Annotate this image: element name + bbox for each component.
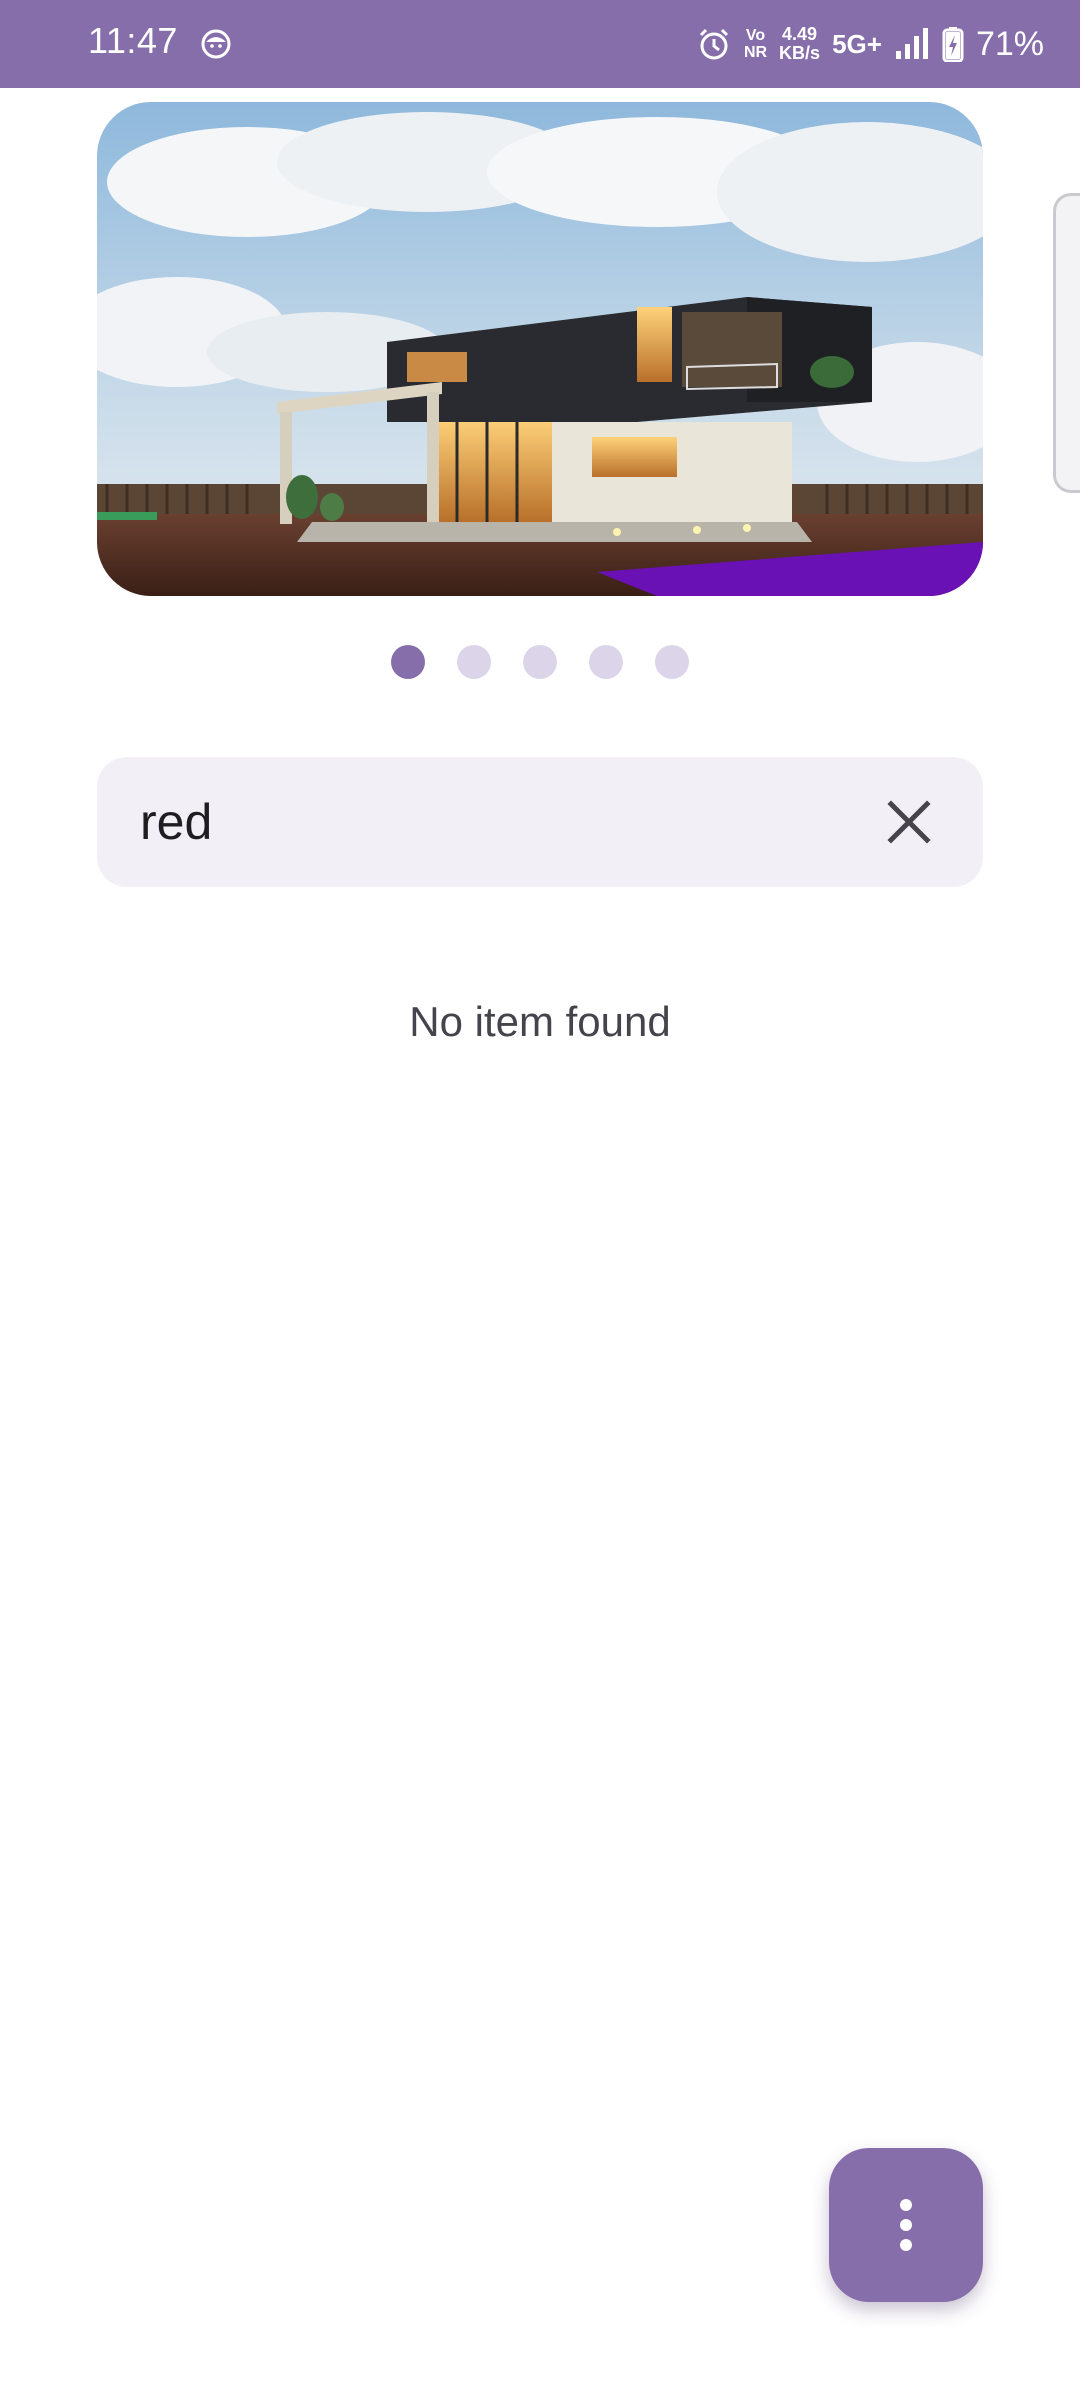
- modern-house-image: [97, 102, 983, 596]
- network-speed: 4.49 KB/s: [779, 25, 820, 63]
- network-speed-unit: KB/s: [779, 43, 821, 63]
- clear-search-button[interactable]: [877, 790, 941, 854]
- face-icon: [201, 29, 231, 59]
- vonr-icon: Vo NR: [744, 27, 767, 61]
- carousel-image[interactable]: [97, 102, 983, 596]
- empty-results-message: No item found: [409, 998, 671, 1045]
- page-dot-2[interactable]: [457, 645, 491, 679]
- network-speed-value: 4.49: [782, 24, 818, 44]
- vonr-bottom-text: NR: [743, 44, 768, 61]
- search-input[interactable]: [140, 757, 840, 887]
- network-type: 5G+: [832, 28, 882, 59]
- more-vertical-icon: [900, 2199, 912, 2251]
- search-bar: [97, 757, 983, 887]
- vonr-top-text: Vo: [745, 27, 766, 44]
- signal-icon: [895, 28, 928, 59]
- page-dot-5[interactable]: [655, 645, 689, 679]
- battery-percent: 71%: [975, 24, 1044, 63]
- status-icons: Vo NR 4.49 KB/s 5G+ 71%: [696, 16, 1044, 72]
- page-dot-4[interactable]: [589, 645, 623, 679]
- carousel-page-indicator: [0, 645, 1080, 679]
- page-dot-1[interactable]: [391, 645, 425, 679]
- more-options-fab[interactable]: [829, 2148, 983, 2302]
- status-bar: 11:47 Vo NR 4.49 KB/s 5G+ 71%: [0, 0, 1080, 88]
- close-icon: [887, 800, 931, 844]
- next-carousel-card-peek[interactable]: [1053, 193, 1080, 493]
- page-dot-3[interactable]: [523, 645, 557, 679]
- battery-charging-icon: [942, 27, 964, 62]
- status-time: 11:47: [88, 20, 178, 61]
- alarm-icon: [699, 28, 728, 60]
